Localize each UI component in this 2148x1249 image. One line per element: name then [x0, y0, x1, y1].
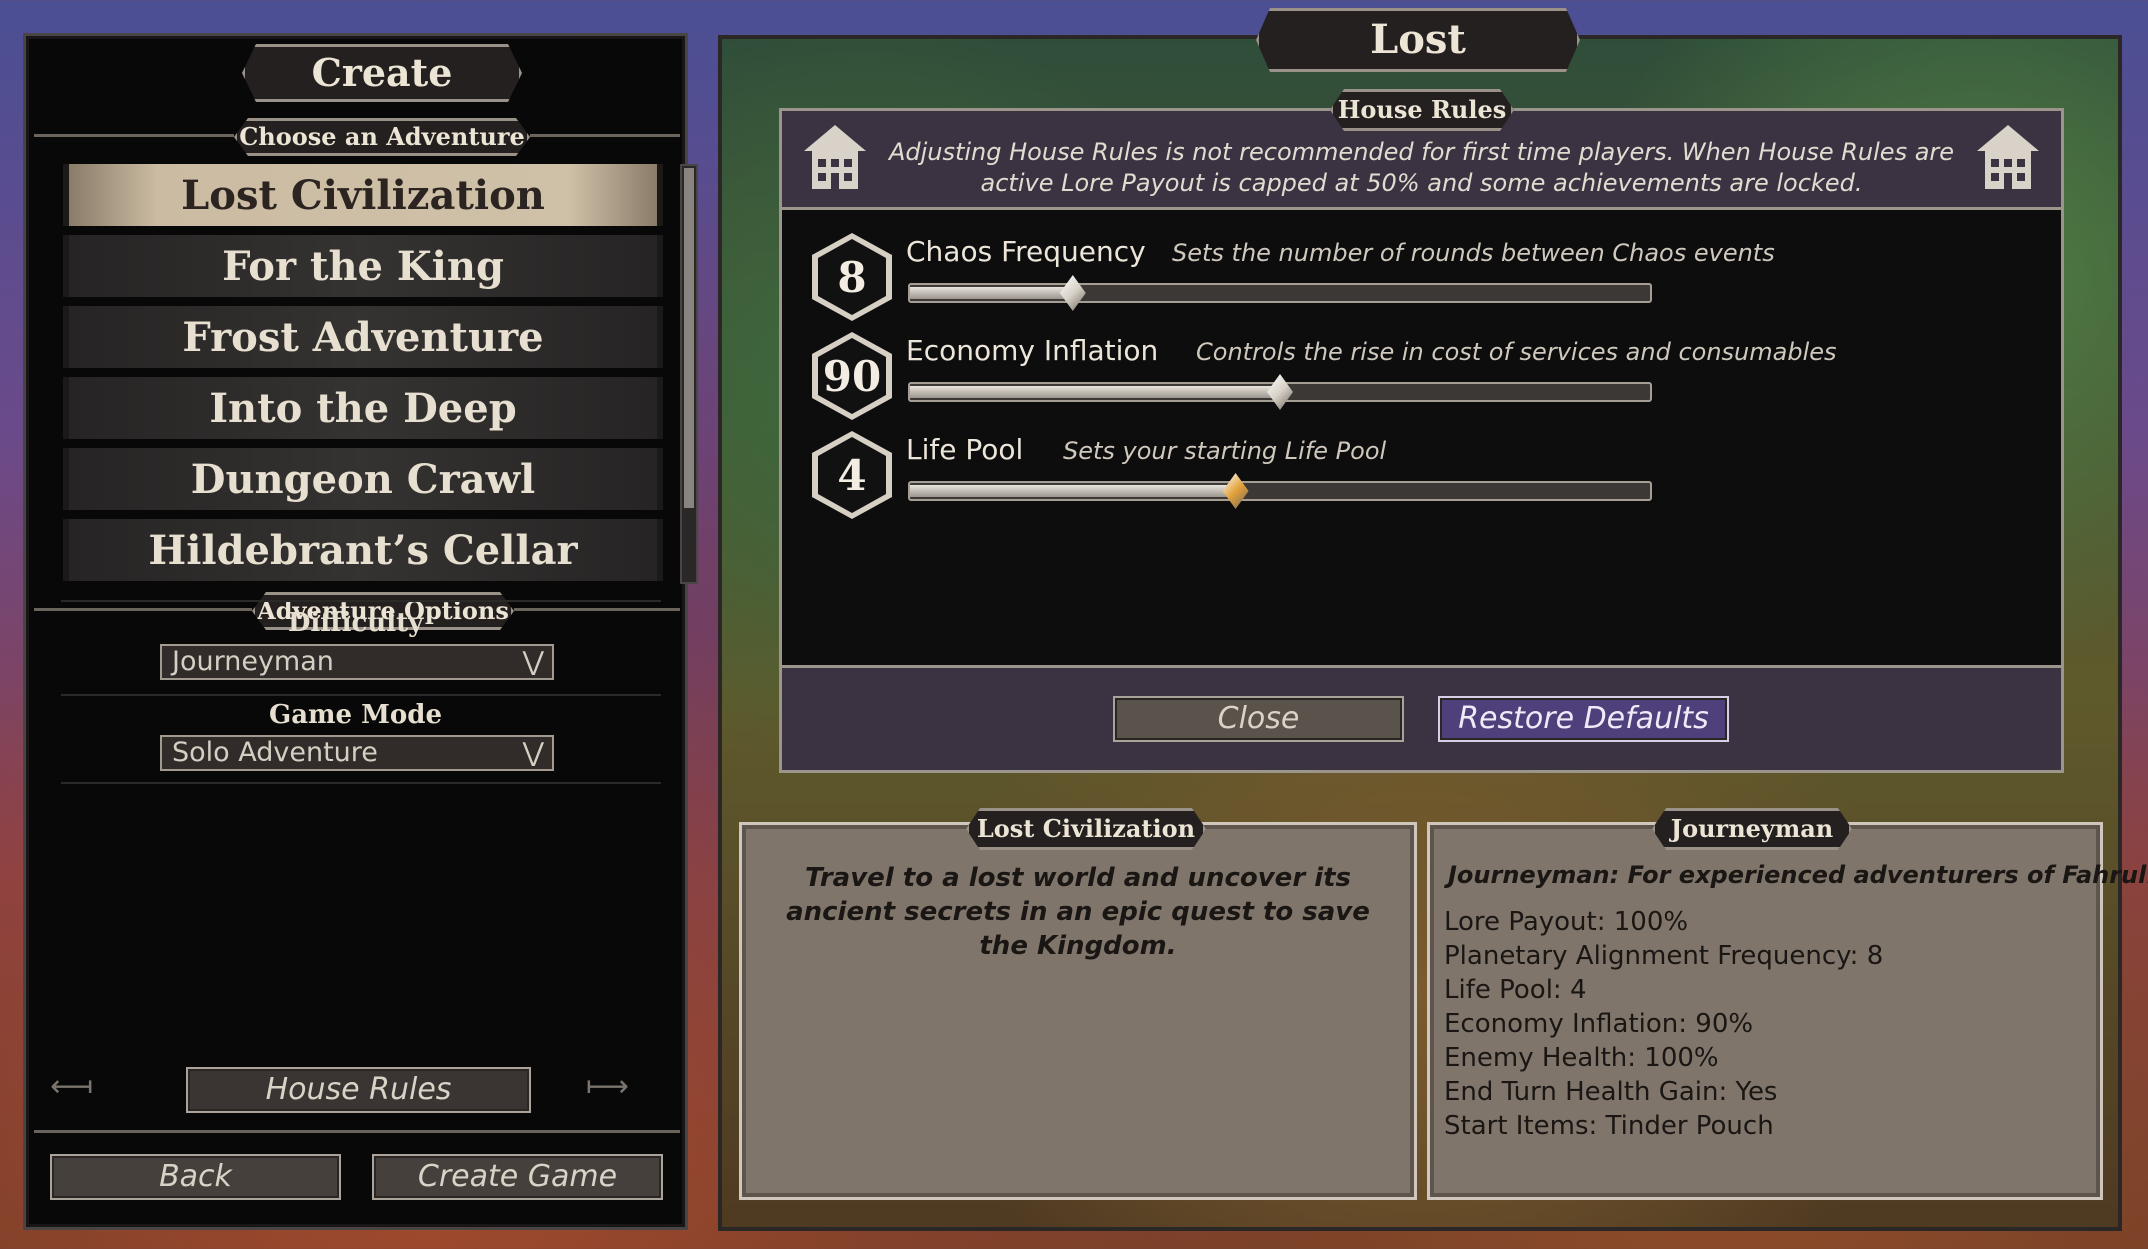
arrow-decoration-icon: ⟼	[586, 1069, 630, 1104]
slider-thumb[interactable]	[1059, 275, 1086, 311]
difficulty-info-box: Journeyman: For experienced adventurers …	[1427, 822, 2148, 1200]
life-pool-slider[interactable]	[908, 473, 1652, 509]
difficulty-stat: Economy Inflation: 90%	[1444, 1009, 1754, 1039]
difficulty-stat: End Turn Health Gain: Yes	[1444, 1077, 1778, 1107]
adventure-list-scrollbar[interactable]	[680, 164, 698, 584]
setting-value-hex: 90	[812, 332, 892, 420]
adventure-item[interactable]: Lost Civilization	[63, 164, 663, 226]
setting-value: 8	[818, 239, 886, 315]
divider	[34, 134, 234, 137]
back-button[interactable]: Back	[50, 1154, 341, 1200]
game-mode-dropdown[interactable]: Solo Adventure ⋁	[160, 735, 554, 771]
setting-chaos-frequency: 8 Chaos Frequency Sets the number of rou…	[812, 233, 1812, 323]
choose-adventure-header: Choose an Adventure	[234, 118, 530, 156]
setting-value: 4	[818, 437, 886, 513]
setting-value-hex: 4	[812, 431, 892, 519]
difficulty-stat: Lore Payout: 100%	[1444, 907, 1689, 937]
house-icon	[1977, 125, 2039, 189]
setting-value: 90	[818, 338, 886, 414]
arrow-decoration-icon: ⟻	[50, 1069, 94, 1104]
slider-fill	[910, 386, 1280, 398]
restore-defaults-button[interactable]: Restore Defaults	[1438, 696, 1729, 742]
house-rules-title: House Rules	[1330, 89, 1514, 131]
setting-description: Controls the rise in cost of services an…	[1196, 338, 1837, 366]
adventure-description-box: Travel to a lost world and uncover its a…	[739, 822, 1417, 1200]
slider-fill	[910, 287, 1073, 299]
adventure-title: Lost Civilization	[1256, 8, 1580, 72]
setting-description: Sets your starting Life Pool	[1063, 437, 1387, 465]
panel-title: Create Game	[242, 44, 522, 102]
slider-thumb[interactable]	[1267, 374, 1293, 410]
difficulty-dropdown[interactable]: Journeyman ⋁	[160, 644, 554, 680]
adventure-item[interactable]: For the King	[63, 235, 663, 297]
divider	[61, 694, 661, 696]
difficulty-description: Journeyman: For experienced adventurers …	[1448, 861, 2148, 889]
difficulty-info-title: Journeyman	[1652, 808, 1852, 850]
adventure-item[interactable]: Dungeon Crawl	[63, 448, 663, 510]
adventure-info-title: Lost Civilization	[966, 808, 1206, 850]
game-mode-label: Game Mode	[269, 700, 442, 730]
chaos-frequency-slider[interactable]	[908, 275, 1652, 311]
close-button[interactable]: Close	[1113, 696, 1404, 742]
create-game-panel: Create Game Choose an Adventure Lost Civ…	[23, 33, 698, 1230]
difficulty-stats-list: Lore Payout: 100% Planetary Alignment Fre…	[1444, 905, 1883, 1143]
adventure-item[interactable]: Frost Adventure	[63, 306, 663, 368]
house-rules-dialog: Adjusting House Rules is not recommended…	[779, 108, 2064, 773]
house-rules-button[interactable]: House Rules	[186, 1067, 531, 1113]
create-game-button[interactable]: Create Game	[372, 1154, 663, 1200]
divider	[34, 1130, 680, 1133]
adventure-description: Travel to a lost world and uncover its a…	[786, 863, 1370, 961]
house-rules-warning: Adjusting House Rules is not recommended…	[888, 138, 1955, 197]
economy-inflation-slider[interactable]	[908, 374, 1652, 410]
divider	[530, 134, 680, 137]
scrollbar-thumb[interactable]	[684, 168, 694, 508]
adventure-item[interactable]: Into the Deep	[63, 377, 663, 439]
difficulty-stat: Start Items: Tinder Pouch	[1444, 1111, 1774, 1141]
setting-name: Chaos Frequency	[906, 235, 1146, 268]
slider-thumb[interactable]	[1222, 473, 1249, 509]
setting-value-hex: 8	[812, 233, 892, 321]
difficulty-label: Difficulty	[287, 608, 424, 638]
game-mode-value: Solo Adventure	[172, 737, 378, 768]
setting-name: Economy Inflation	[906, 334, 1159, 367]
difficulty-stat: Enemy Health: 100%	[1444, 1043, 1719, 1073]
difficulty-stat: Planetary Alignment Frequency: 8	[1444, 941, 1884, 971]
slider-fill	[910, 485, 1236, 497]
chevron-down-icon: ⋁	[522, 647, 544, 677]
house-icon	[804, 125, 866, 189]
setting-description: Sets the number of rounds between Chaos …	[1172, 239, 1775, 267]
divider	[61, 782, 661, 784]
divider	[61, 600, 661, 602]
setting-name: Life Pool	[906, 433, 1024, 466]
chevron-down-icon: ⋁	[522, 738, 544, 768]
setting-life-pool: 4 Life Pool Sets your starting Life Pool	[812, 431, 1812, 521]
setting-economy-inflation: 90 Economy Inflation Controls the rise i…	[812, 332, 1837, 422]
difficulty-value: Journeyman	[172, 646, 334, 677]
adventure-list: Lost Civilization For the King Frost Adven…	[63, 164, 663, 584]
adventure-item[interactable]: Hildebrant’s Cellar	[63, 519, 663, 581]
difficulty-stat: Life Pool: 4	[1444, 975, 1587, 1005]
house-rules-footer: Close Restore Defaults	[782, 665, 2061, 770]
